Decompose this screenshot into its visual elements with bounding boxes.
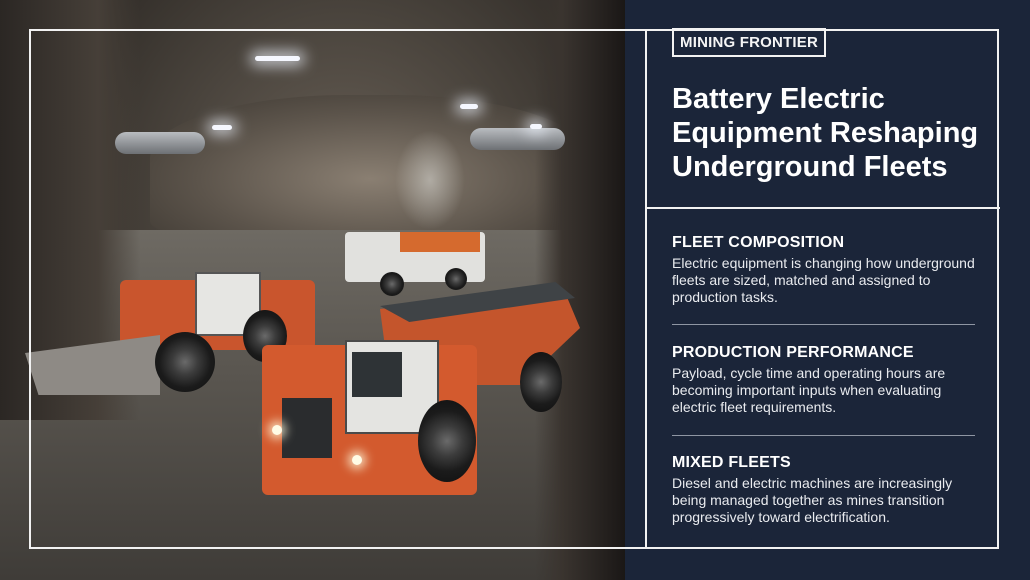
section-divider <box>672 324 975 325</box>
service-truck-rack <box>400 232 480 252</box>
truck-headlight <box>352 455 362 465</box>
ventilation-duct <box>470 128 565 150</box>
ceiling-light <box>255 56 300 61</box>
section-divider <box>672 435 975 436</box>
steam-plume <box>395 130 465 230</box>
panel-frame-line <box>645 29 647 549</box>
section-body: Payload, cycle time and operating hours … <box>672 365 946 415</box>
header-divider <box>645 207 1000 209</box>
section-body: Diesel and electric machines are increas… <box>672 475 953 525</box>
section-body: Electric equipment is changing how under… <box>672 255 975 305</box>
section-production-performance: PRODUCTION PERFORMANCE Payload, cycle ti… <box>672 343 977 416</box>
underground-mine-photo <box>0 0 625 580</box>
truck-wheel <box>418 400 476 482</box>
truck-wheel <box>520 352 562 412</box>
ventilation-duct <box>115 132 205 154</box>
tunnel-background <box>150 95 590 235</box>
truck-headlight <box>272 425 282 435</box>
ceiling-light <box>460 104 478 109</box>
ceiling-light <box>212 125 232 130</box>
truck-grille <box>282 398 332 458</box>
section-title: FLEET COMPOSITION <box>672 234 845 251</box>
section-title: PRODUCTION PERFORMANCE <box>672 344 914 361</box>
loader-wheel <box>155 332 215 392</box>
truck-windshield <box>352 352 402 397</box>
brand-badge: MINING FRONTIER <box>672 28 826 57</box>
section-mixed-fleets: MIXED FLEETS Diesel and electric machine… <box>672 453 977 526</box>
service-truck-wheel <box>445 268 467 290</box>
section-fleet-composition: FLEET COMPOSITION Electric equipment is … <box>672 233 977 306</box>
ceiling-light <box>530 124 542 129</box>
service-truck-wheel <box>380 272 404 296</box>
section-title: MIXED FLEETS <box>672 454 791 471</box>
page-title: Battery Electric Equipment Reshaping Und… <box>672 83 979 183</box>
